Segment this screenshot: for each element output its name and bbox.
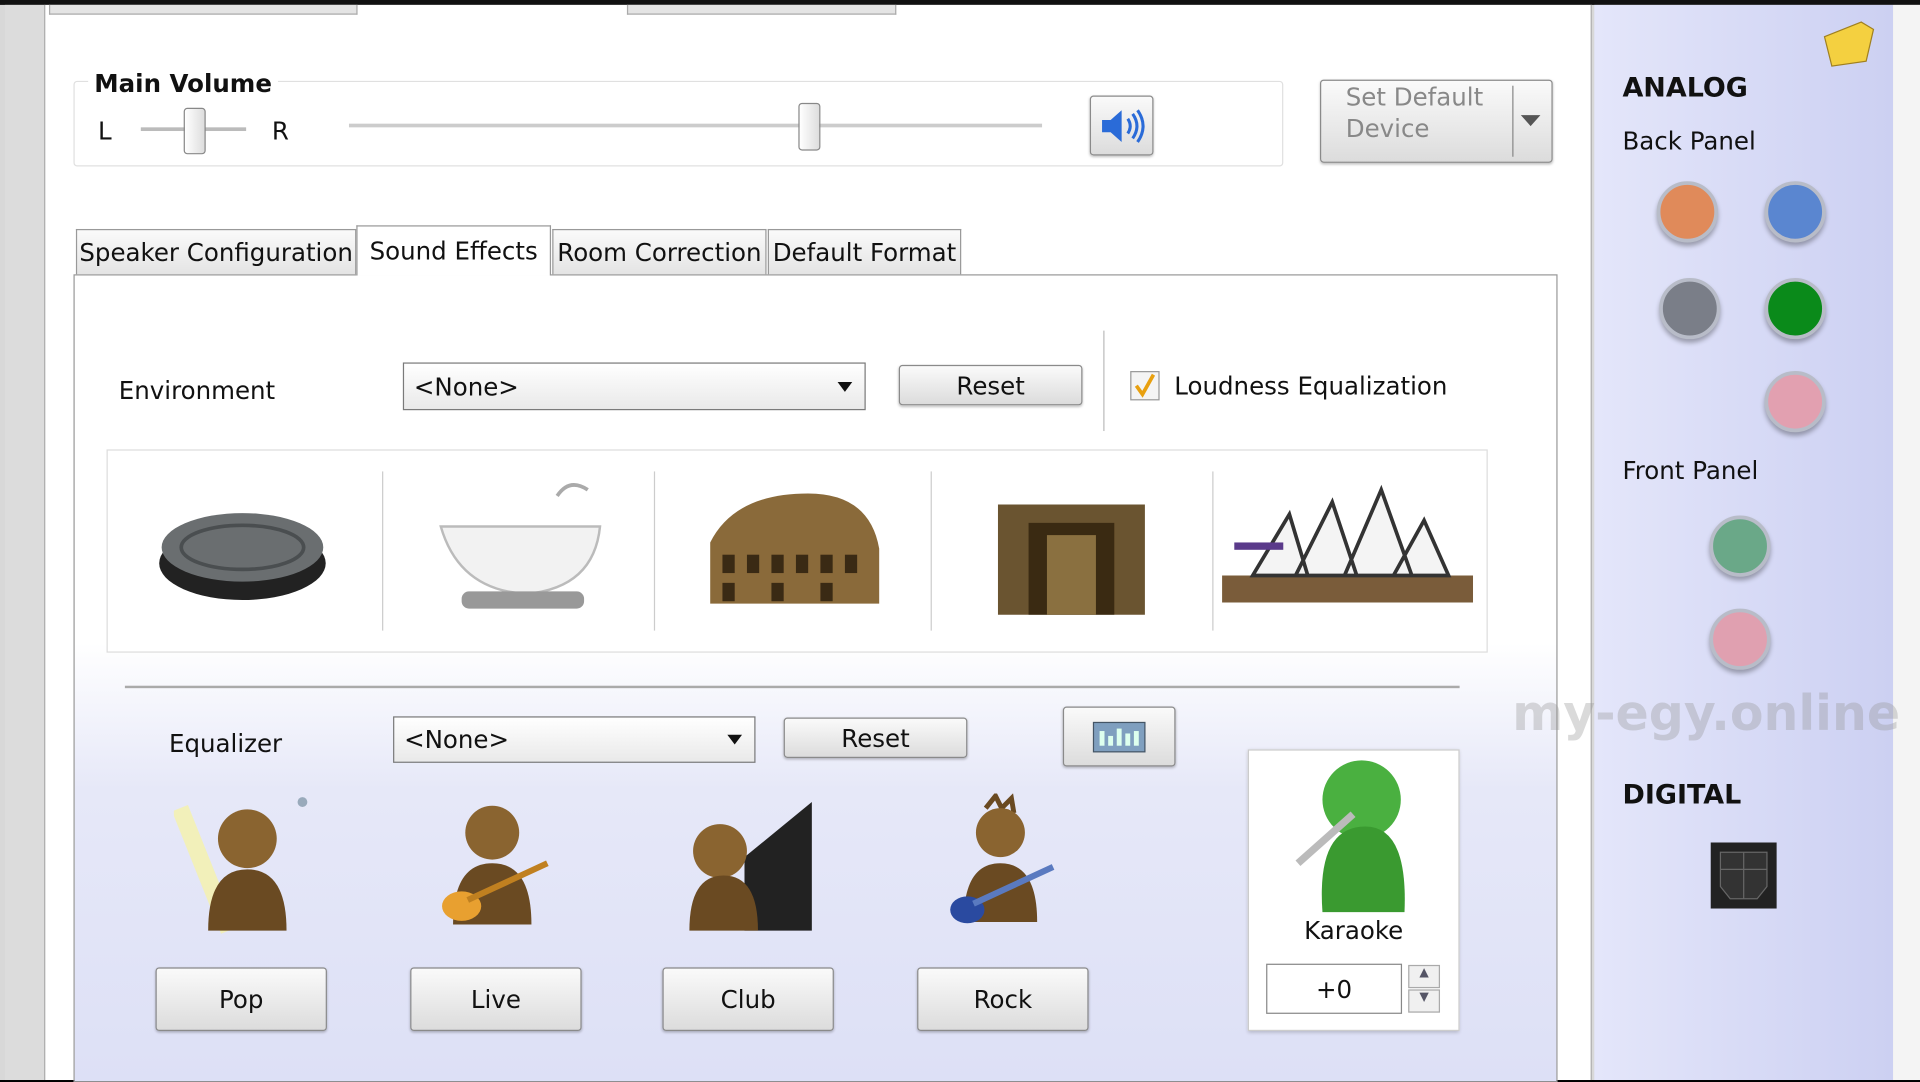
set-default-device-button[interactable]: Set Default Device xyxy=(1320,79,1553,163)
tab-sound-effects[interactable]: Sound Effects xyxy=(356,225,552,276)
eq-preset-pop-button[interactable]: Pop xyxy=(155,967,327,1032)
mute-button[interactable] xyxy=(1089,95,1154,156)
stone-room-icon[interactable] xyxy=(992,492,1151,621)
set-default-line1: Set Default xyxy=(1345,82,1484,112)
front-jack-pink[interactable] xyxy=(1709,608,1771,670)
loudness-label: Loudness Equalization xyxy=(1174,371,1448,401)
eq-preset-rock-button[interactable]: Rock xyxy=(917,967,1089,1032)
front-jack-green[interactable] xyxy=(1709,515,1771,577)
graphic-eq-button[interactable] xyxy=(1062,706,1176,767)
device-tab-2[interactable] xyxy=(626,4,897,15)
karaoke-singer-icon[interactable] xyxy=(1286,753,1408,913)
balance-left-label: L xyxy=(97,116,112,146)
back-jack-pink[interactable] xyxy=(1764,371,1826,433)
spin-up-button[interactable]: ▲ xyxy=(1408,964,1441,989)
equalizer-icon xyxy=(1092,721,1146,752)
environment-label: Environment xyxy=(118,375,276,406)
opera-house-icon[interactable] xyxy=(1222,471,1474,612)
main-volume-label: Main Volume xyxy=(88,68,279,98)
realtek-audio-manager: Main Volume L R Set Default Device Speak… xyxy=(0,0,1920,1082)
chevron-down-icon[interactable] xyxy=(1520,115,1541,127)
environment-reset-button[interactable]: Reset xyxy=(898,364,1083,406)
back-jack-green[interactable] xyxy=(1764,277,1826,340)
equalizer-select[interactable]: <None> xyxy=(393,716,756,763)
split-divider xyxy=(1512,85,1514,157)
eq-preset-club-button[interactable]: Club xyxy=(662,967,834,1032)
divider xyxy=(1212,471,1214,631)
back-jack-orange[interactable] xyxy=(1656,181,1718,243)
equalizer-value: <None> xyxy=(404,724,510,755)
karaoke-label: Karaoke xyxy=(1304,915,1404,946)
chevron-down-icon xyxy=(837,381,853,392)
back-panel-label: Back Panel xyxy=(1622,126,1756,156)
left-strip xyxy=(4,4,45,1081)
set-default-line2: Device xyxy=(1345,113,1430,144)
right-strip xyxy=(1893,4,1920,1081)
back-jack-blue[interactable] xyxy=(1764,181,1826,243)
divider xyxy=(653,471,656,631)
tab-speaker-configuration[interactable]: Speaker Configuration xyxy=(75,228,357,275)
speaker-icon xyxy=(1102,108,1145,143)
balance-thumb[interactable] xyxy=(183,107,206,155)
divider xyxy=(124,685,1460,689)
chevron-down-icon xyxy=(727,734,743,745)
digital-heading: DIGITAL xyxy=(1622,780,1742,811)
tab-room-correction[interactable]: Room Correction xyxy=(552,228,767,275)
divider xyxy=(382,471,384,631)
device-tab-1[interactable] xyxy=(48,4,358,15)
watermark: my-egy.online xyxy=(1512,685,1901,743)
pop-singer-icon xyxy=(173,797,308,934)
volume-thumb[interactable] xyxy=(798,102,821,151)
checkmark-icon xyxy=(1134,373,1156,398)
stone-icon[interactable] xyxy=(157,496,328,606)
divider xyxy=(1103,330,1105,432)
bathtub-icon[interactable] xyxy=(435,471,606,618)
equalizer-reset-button[interactable]: Reset xyxy=(783,717,968,758)
front-panel-label: Front Panel xyxy=(1622,455,1759,485)
environment-value: <None> xyxy=(413,371,519,402)
volume-slider[interactable] xyxy=(348,123,1043,128)
tab-default-format[interactable]: Default Format xyxy=(767,228,962,275)
back-jack-gray[interactable] xyxy=(1659,277,1721,340)
balance-right-label: R xyxy=(271,116,289,146)
club-pianist-icon xyxy=(689,802,812,931)
divider xyxy=(930,471,932,631)
spin-down-button[interactable]: ▼ xyxy=(1408,989,1441,1013)
equalizer-label: Equalizer xyxy=(168,728,283,758)
folder-icon[interactable] xyxy=(1822,20,1876,69)
colosseum-icon[interactable] xyxy=(704,487,885,616)
analog-heading: ANALOG xyxy=(1622,73,1748,105)
karaoke-value-input[interactable]: +0 xyxy=(1266,963,1403,1014)
loudness-checkbox[interactable] xyxy=(1130,371,1160,401)
live-guitarist-icon xyxy=(442,805,549,925)
eq-preset-live-button[interactable]: Live xyxy=(410,967,582,1032)
digital-port-icon[interactable] xyxy=(1710,842,1777,909)
rock-guitarist-icon xyxy=(950,793,1055,924)
environment-select[interactable]: <None> xyxy=(402,362,866,411)
